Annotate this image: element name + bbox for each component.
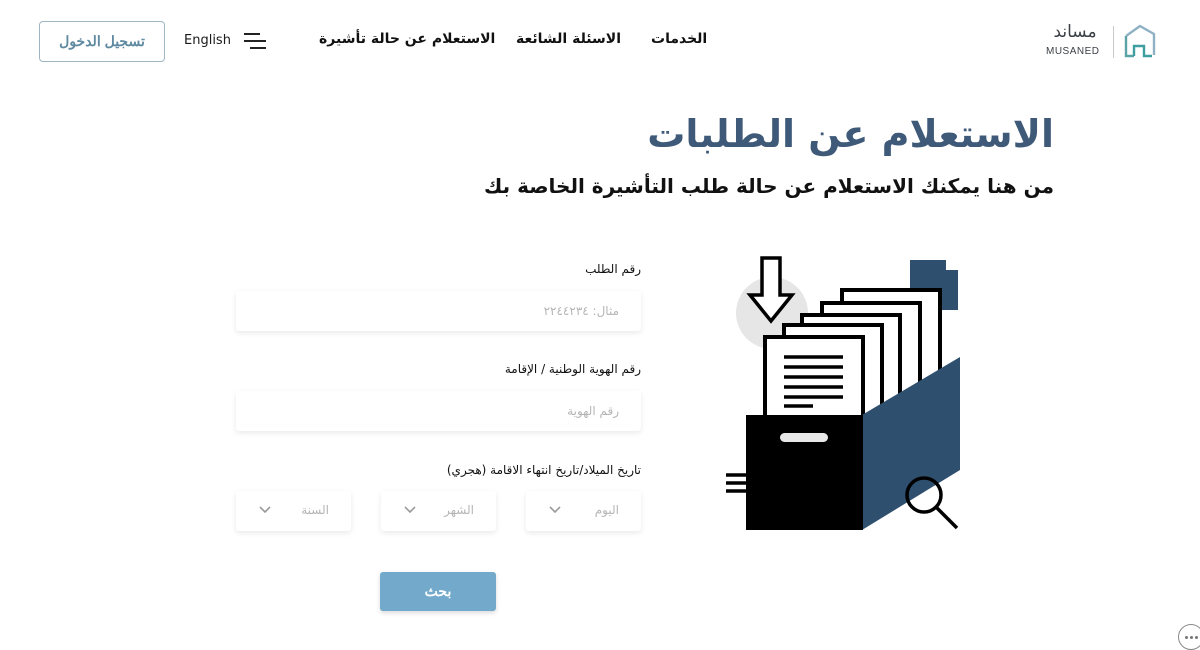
year-select-value: السنة (301, 503, 329, 517)
id-number-input[interactable] (236, 391, 641, 431)
nav-faq[interactable]: الاسئلة الشائعة (516, 31, 621, 47)
chevron-down-icon (549, 506, 561, 514)
site-header: تسجيل الدخول English الاستعلام عن حالة ت… (0, 0, 1200, 84)
speed-lines (726, 473, 748, 493)
file-box-illustration (726, 256, 960, 530)
month-select[interactable]: الشهر (381, 491, 496, 531)
month-select-value: الشهر (444, 503, 474, 517)
box-handle (780, 433, 828, 442)
page-subtitle: من هنا يمكنك الاستعلام عن حالة طلب التأش… (483, 174, 1054, 198)
chat-dot (1189, 635, 1193, 639)
logo-arabic-text: مساند (1053, 22, 1097, 42)
search-button[interactable]: بحث (380, 572, 496, 611)
musaned-logo[interactable]: مساند MUSANED (1044, 22, 1159, 62)
page-title: الاستعلام عن الطلبات (647, 112, 1054, 156)
chevron-down-icon (404, 506, 416, 514)
id-number-label: رقم الهوية الوطنية / الإقامة (504, 362, 641, 376)
nav-services[interactable]: الخدمات (651, 31, 707, 47)
logo-english-text: MUSANED (1046, 46, 1100, 57)
day-select-value: اليوم (594, 503, 619, 517)
hamburger-menu-icon[interactable] (244, 33, 266, 49)
language-switch-link[interactable]: English (184, 33, 231, 48)
request-number-input[interactable] (236, 291, 641, 331)
chevron-down-icon (259, 506, 271, 514)
day-select[interactable]: اليوم (526, 491, 641, 531)
box-front (746, 415, 863, 530)
chat-dot (1184, 635, 1188, 639)
musaned-house-icon (1124, 24, 1156, 58)
chat-button[interactable] (1178, 624, 1200, 650)
year-select[interactable]: السنة (236, 491, 351, 531)
login-button[interactable]: تسجيل الدخول (39, 21, 165, 62)
request-number-label: رقم الطلب (585, 262, 641, 276)
date-label: تاريخ الميلاد/تاريخ انتهاء الاقامة (هجري… (446, 463, 641, 477)
logo-divider (1113, 26, 1114, 58)
chat-dot (1194, 635, 1198, 639)
nav-visa-status[interactable]: الاستعلام عن حالة تأشيرة (319, 31, 495, 47)
